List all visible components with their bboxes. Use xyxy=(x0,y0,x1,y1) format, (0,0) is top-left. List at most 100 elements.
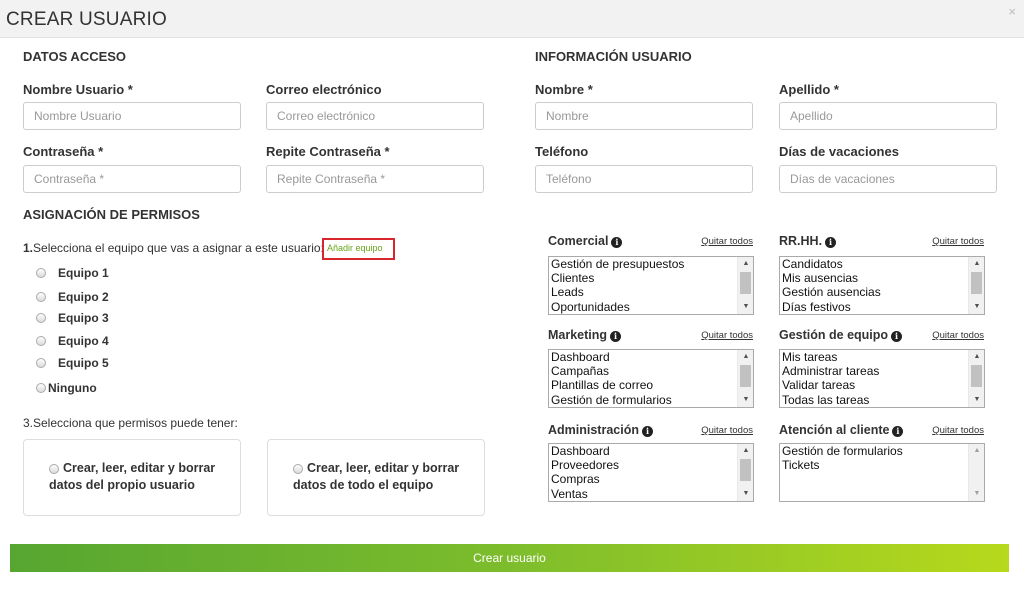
scroll-up-icon[interactable]: ▲ xyxy=(969,444,984,458)
team-option[interactable]: Equipo 2 xyxy=(36,290,109,304)
permission-option-own[interactable]: Crear, leer, editar y borrar datos del p… xyxy=(23,439,241,516)
scroll-up-icon[interactable]: ▲ xyxy=(738,444,753,458)
list-item[interactable]: Días festivos xyxy=(782,300,881,314)
scroll-down-icon[interactable]: ▼ xyxy=(969,300,984,314)
module-title: Marketing i xyxy=(548,328,622,342)
radio-icon[interactable] xyxy=(36,313,46,323)
scrollbar[interactable]: ▲ ▼ xyxy=(737,444,753,501)
team-option-none[interactable]: Ninguno xyxy=(36,381,97,395)
scroll-thumb[interactable] xyxy=(971,365,982,387)
vacation-days-input[interactable] xyxy=(779,165,997,193)
info-circle-icon[interactable]: i xyxy=(610,331,622,342)
radio-icon[interactable] xyxy=(36,292,46,302)
list-item[interactable]: Todas las tareas xyxy=(782,393,879,407)
list-item[interactable]: Campañas xyxy=(551,364,672,378)
team-option-label: Equipo 2 xyxy=(58,290,109,304)
password-repeat-input[interactable] xyxy=(266,165,484,193)
radio-icon[interactable] xyxy=(36,268,46,278)
scrollbar[interactable]: ▲ ▼ xyxy=(968,350,984,407)
radio-icon[interactable] xyxy=(36,358,46,368)
remove-all-link[interactable]: Quitar todos xyxy=(932,425,984,436)
radio-icon[interactable] xyxy=(36,336,46,346)
info-circle-icon[interactable]: i xyxy=(642,426,653,437)
list-item[interactable]: Validar tareas xyxy=(782,378,879,392)
add-team-link[interactable]: Añadir equipo xyxy=(322,238,395,260)
scroll-thumb[interactable] xyxy=(971,272,982,294)
module-listbox-administracion[interactable]: Dashboard Proveedores Compras Ventas ▲ ▼ xyxy=(548,443,754,502)
info-circle-icon[interactable]: i xyxy=(611,237,623,248)
username-input[interactable] xyxy=(23,102,241,130)
first-name-input[interactable] xyxy=(535,102,753,130)
list-item[interactable]: Gestión de presupuestos xyxy=(551,257,684,271)
scrollbar[interactable]: ▲ ▼ xyxy=(968,257,984,314)
team-option[interactable]: Equipo 3 xyxy=(36,311,109,325)
radio-icon[interactable] xyxy=(293,464,303,474)
scroll-thumb[interactable] xyxy=(740,459,751,481)
info-circle-icon[interactable]: i xyxy=(892,426,904,437)
create-user-button[interactable]: Crear usuario xyxy=(10,544,1009,572)
list-item[interactable]: Clientes xyxy=(551,271,684,285)
scroll-down-icon[interactable]: ▼ xyxy=(738,487,753,501)
list-item[interactable]: Gestión ausencias xyxy=(782,285,881,299)
list-item[interactable]: Ventas xyxy=(551,487,619,501)
module-title-text: Atención al cliente xyxy=(779,423,890,437)
close-icon[interactable]: × xyxy=(1008,4,1016,19)
team-option[interactable]: Equipo 4 xyxy=(36,334,109,348)
list-item[interactable]: Gestión de formularios xyxy=(782,444,903,458)
remove-all-link[interactable]: Quitar todos xyxy=(701,425,753,436)
list-item[interactable]: Oportunidades xyxy=(551,300,684,314)
list-item[interactable]: Administrar tareas xyxy=(782,364,879,378)
list-item[interactable]: Candidatos xyxy=(782,257,881,271)
info-circle-icon[interactable]: i xyxy=(825,237,837,248)
remove-all-link[interactable]: Quitar todos xyxy=(932,330,984,341)
modal-header: CREAR USUARIO × xyxy=(0,0,1024,38)
module-listbox-atencion-cliente[interactable]: Gestión de formularios Tickets ▲ ▼ xyxy=(779,443,985,502)
list-item[interactable]: Leads xyxy=(551,285,684,299)
module-listbox-comercial[interactable]: Gestión de presupuestos Clientes Leads O… xyxy=(548,256,754,315)
scroll-down-icon[interactable]: ▼ xyxy=(738,300,753,314)
remove-all-link[interactable]: Quitar todos xyxy=(701,330,753,341)
list-item[interactable]: Mis tareas xyxy=(782,350,879,364)
scrollbar[interactable]: ▲ ▼ xyxy=(737,350,753,407)
scroll-up-icon[interactable]: ▲ xyxy=(738,350,753,364)
remove-all-link[interactable]: Quitar todos xyxy=(701,236,753,247)
scrollbar[interactable]: ▲ ▼ xyxy=(968,444,984,501)
remove-all-link[interactable]: Quitar todos xyxy=(932,236,984,247)
permission-option-team[interactable]: Crear, leer, editar y borrar datos de to… xyxy=(267,439,485,516)
module-listbox-gestion-equipo[interactable]: Mis tareas Administrar tareas Validar ta… xyxy=(779,349,985,408)
last-name-input[interactable] xyxy=(779,102,997,130)
scroll-up-icon[interactable]: ▲ xyxy=(738,257,753,271)
list-item[interactable]: Dashboard xyxy=(551,444,619,458)
list-item[interactable]: Compras xyxy=(551,472,619,486)
module-listbox-rrhh[interactable]: Candidatos Mis ausencias Gestión ausenci… xyxy=(779,256,985,315)
info-circle-icon[interactable]: i xyxy=(891,331,903,342)
permission-option-label: Crear, leer, editar y borrar datos de to… xyxy=(293,461,460,492)
scroll-up-icon[interactable]: ▲ xyxy=(969,350,984,364)
password-repeat-label: Repite Contraseña * xyxy=(266,144,390,159)
module-title-text: Comercial xyxy=(548,234,609,248)
radio-icon[interactable] xyxy=(49,464,59,474)
team-option[interactable]: Equipo 5 xyxy=(36,356,109,370)
module-listbox-marketing[interactable]: Dashboard Campañas Plantillas de correo … xyxy=(548,349,754,408)
scroll-thumb[interactable] xyxy=(740,365,751,387)
scroll-down-icon[interactable]: ▼ xyxy=(969,393,984,407)
scrollbar[interactable]: ▲ ▼ xyxy=(737,257,753,314)
password-input[interactable] xyxy=(23,165,241,193)
phone-input[interactable] xyxy=(535,165,753,193)
scroll-down-icon[interactable]: ▼ xyxy=(969,487,984,501)
team-option[interactable]: Equipo 1 xyxy=(36,266,109,280)
list-item[interactable]: Gestión de formularios xyxy=(551,393,672,407)
list-item[interactable]: Mis ausencias xyxy=(782,271,881,285)
scroll-down-icon[interactable]: ▼ xyxy=(738,393,753,407)
team-option-label: Ninguno xyxy=(48,381,97,395)
list-item[interactable]: Dashboard xyxy=(551,350,672,364)
email-input[interactable] xyxy=(266,102,484,130)
step3-instruction: 3.Selecciona que permisos puede tener: xyxy=(23,416,238,430)
list-item[interactable]: Proveedores xyxy=(551,458,619,472)
scroll-up-icon[interactable]: ▲ xyxy=(969,257,984,271)
scroll-thumb[interactable] xyxy=(740,272,751,294)
list-item[interactable]: Plantillas de correo xyxy=(551,378,672,392)
last-name-label: Apellido * xyxy=(779,82,839,97)
list-item[interactable]: Tickets xyxy=(782,458,903,472)
radio-icon[interactable] xyxy=(36,383,46,393)
